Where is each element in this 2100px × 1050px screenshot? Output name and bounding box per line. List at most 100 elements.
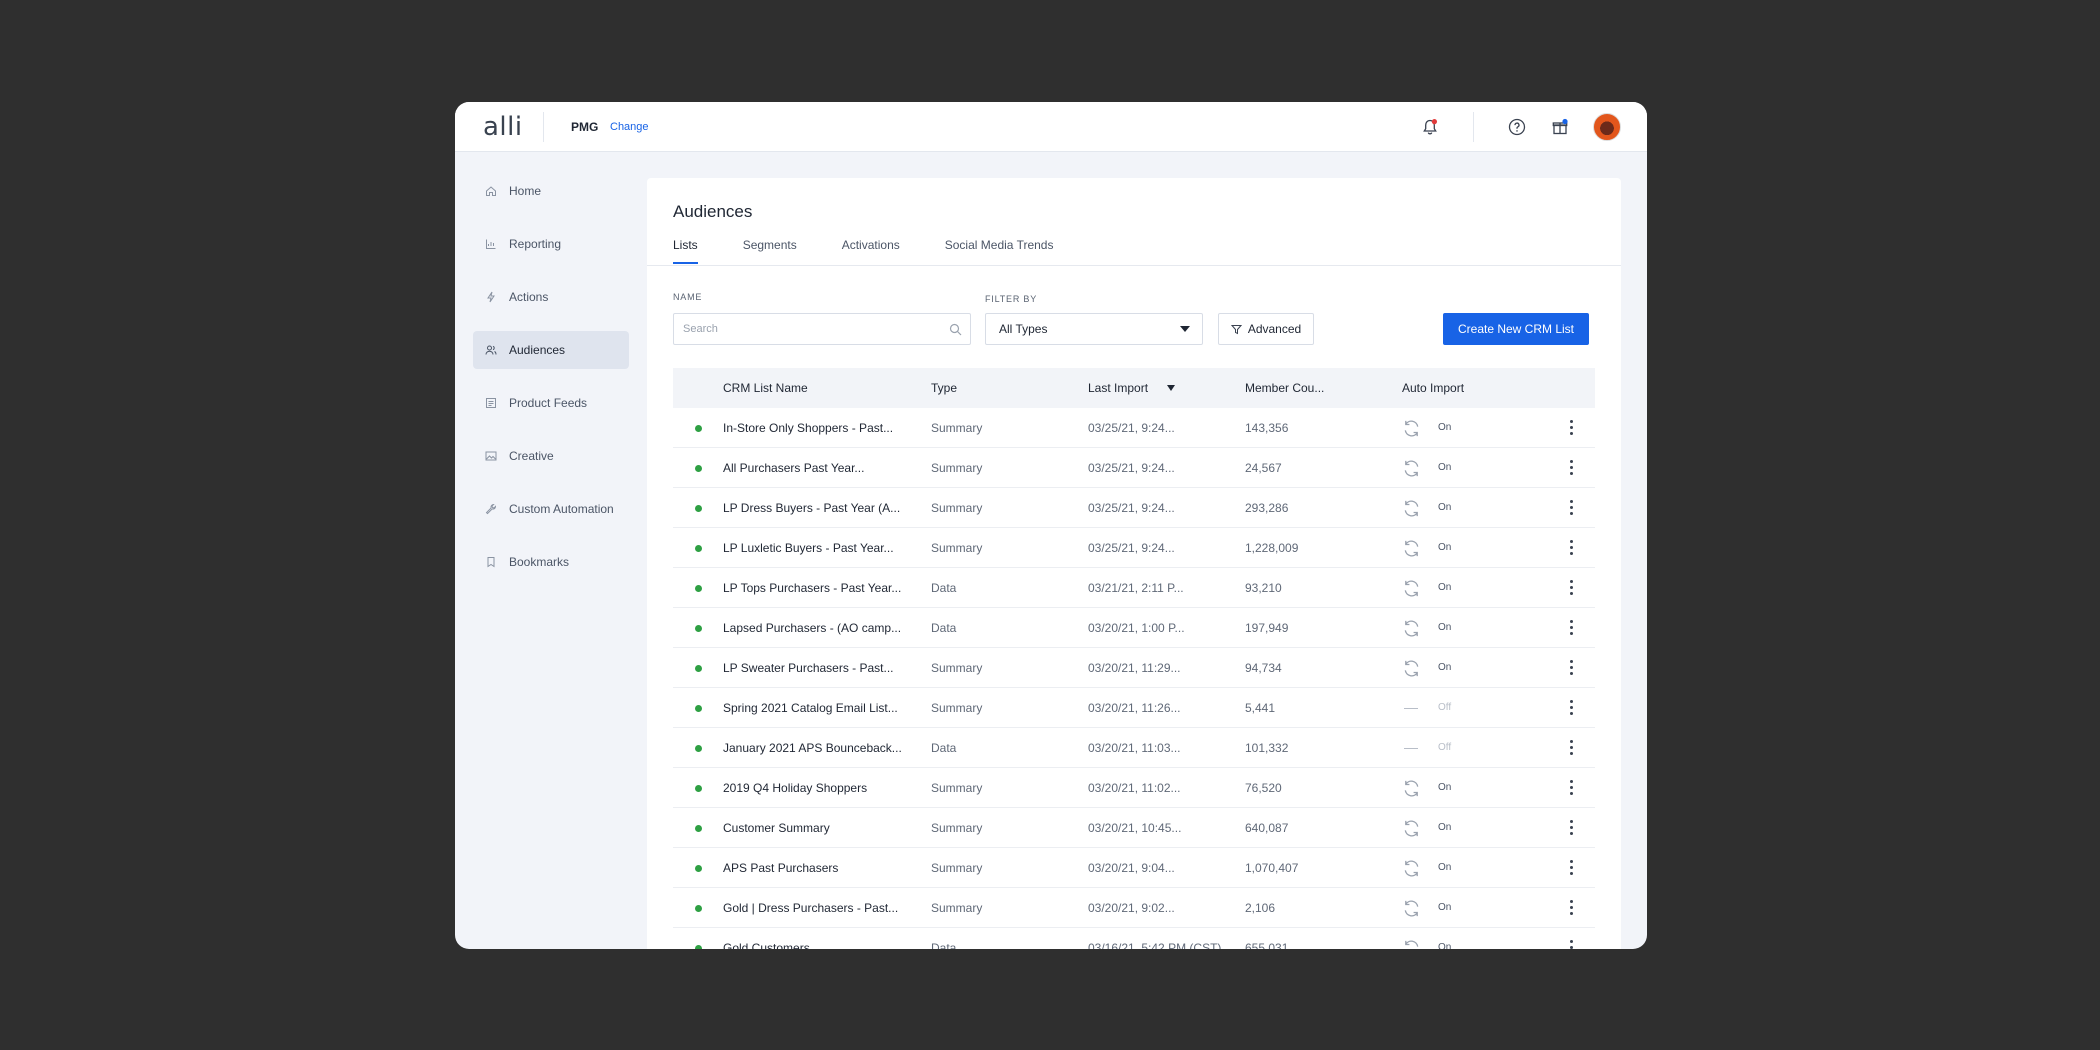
table-row[interactable]: 2019 Q4 Holiday Shoppers Summary 03/20/2…	[673, 768, 1595, 808]
auto-off-indicator	[1404, 748, 1418, 749]
auto-import-status[interactable]: Off	[1438, 702, 1451, 713]
help-icon[interactable]	[1505, 115, 1529, 139]
member-count: 655,031	[1245, 941, 1289, 949]
list-name[interactable]: LP Sweater Purchasers - Past...	[723, 661, 894, 675]
logo[interactable]: alli	[483, 112, 523, 142]
row-menu-button[interactable]	[1568, 620, 1574, 636]
row-menu-button[interactable]	[1568, 580, 1574, 596]
sidebar-item-custom-automation[interactable]: Custom Automation	[473, 490, 629, 528]
auto-import-status[interactable]: On	[1438, 662, 1451, 673]
auto-import-status[interactable]: Off	[1438, 742, 1451, 753]
row-menu-button[interactable]	[1568, 540, 1574, 556]
last-import: 03/25/21, 9:24...	[1088, 541, 1175, 555]
search-field[interactable]	[673, 313, 971, 345]
sort-desc-icon[interactable]	[1167, 385, 1175, 391]
sidebar-item-label: Bookmarks	[509, 555, 570, 569]
tab-lists[interactable]: Lists	[673, 238, 698, 264]
col-header-last-import[interactable]: Last Import	[1088, 381, 1148, 395]
col-header-name[interactable]: CRM List Name	[723, 381, 808, 395]
auto-import-status[interactable]: On	[1438, 622, 1451, 633]
divider	[647, 265, 1621, 266]
table-row[interactable]: January 2021 APS Bounceback... Data 03/2…	[673, 728, 1595, 768]
list-name[interactable]: LP Dress Buyers - Past Year (A...	[723, 501, 900, 515]
auto-import-status[interactable]: On	[1438, 582, 1451, 593]
list-name[interactable]: Gold Customers	[723, 941, 810, 949]
auto-import-status[interactable]: On	[1438, 862, 1451, 873]
table-row[interactable]: All Purchasers Past Year... Summary 03/2…	[673, 448, 1595, 488]
list-name[interactable]: LP Luxletic Buyers - Past Year...	[723, 541, 894, 555]
tab-activations[interactable]: Activations	[842, 238, 900, 264]
sidebar-item-product-feeds[interactable]: Product Feeds	[473, 384, 629, 422]
last-import: 03/25/21, 9:24...	[1088, 501, 1175, 515]
status-dot	[695, 585, 702, 592]
auto-import-status[interactable]: On	[1438, 822, 1451, 833]
row-menu-button[interactable]	[1568, 500, 1574, 516]
list-name[interactable]: Gold | Dress Purchasers - Past...	[723, 901, 898, 915]
tab-social-media-trends[interactable]: Social Media Trends	[945, 238, 1054, 264]
list-name[interactable]: Spring 2021 Catalog Email List...	[723, 701, 898, 715]
member-count: 1,070,407	[1245, 861, 1299, 875]
advanced-filter-button[interactable]: Advanced	[1218, 313, 1314, 345]
table-row[interactable]: Gold Customers Data 03/16/21, 5:42 PM (C…	[673, 928, 1595, 949]
sidebar-item-audiences[interactable]: Audiences	[473, 331, 629, 369]
bell-icon[interactable]	[1418, 115, 1442, 139]
gift-icon[interactable]	[1548, 115, 1572, 139]
sidebar-item-actions[interactable]: Actions	[473, 278, 629, 316]
bookmark-icon	[487, 557, 495, 568]
auto-import-status[interactable]: On	[1438, 462, 1451, 473]
sidebar-item-reporting[interactable]: Reporting	[473, 225, 629, 263]
divider	[1473, 112, 1474, 142]
row-menu-button[interactable]	[1568, 420, 1574, 436]
row-menu-button[interactable]	[1568, 940, 1574, 949]
row-menu-button[interactable]	[1568, 700, 1574, 716]
sidebar-item-label: Custom Automation	[509, 502, 614, 516]
table-row[interactable]: LP Sweater Purchasers - Past... Summary …	[673, 648, 1595, 688]
table-row[interactable]: LP Tops Purchasers - Past Year... Data 0…	[673, 568, 1595, 608]
search-input[interactable]	[674, 314, 934, 344]
auto-import-status[interactable]: On	[1438, 782, 1451, 793]
sidebar-item-label: Home	[509, 184, 542, 198]
col-header-member-count[interactable]: Member Cou...	[1245, 381, 1324, 395]
sidebar-item-home[interactable]: Home	[473, 172, 629, 210]
create-crm-list-button[interactable]: Create New CRM List	[1443, 313, 1589, 345]
auto-import-status[interactable]: On	[1438, 502, 1451, 513]
list-name[interactable]: In-Store Only Shoppers - Past...	[723, 421, 893, 435]
col-header-type[interactable]: Type	[931, 381, 957, 395]
sidebar-item-creative[interactable]: Creative	[473, 437, 629, 475]
list-name[interactable]: LP Tops Purchasers - Past Year...	[723, 581, 901, 595]
table-row[interactable]: In-Store Only Shoppers - Past... Summary…	[673, 408, 1595, 448]
sidebar-item-bookmarks[interactable]: Bookmarks	[473, 543, 629, 581]
auto-import-status[interactable]: On	[1438, 902, 1451, 913]
table-row[interactable]: Customer Summary Summary 03/20/21, 10:45…	[673, 808, 1595, 848]
table-row[interactable]: LP Dress Buyers - Past Year (A... Summar…	[673, 488, 1595, 528]
row-menu-button[interactable]	[1568, 900, 1574, 916]
row-menu-button[interactable]	[1568, 820, 1574, 836]
change-org-link[interactable]: Change	[610, 121, 649, 133]
col-header-auto-import[interactable]: Auto Import	[1402, 381, 1464, 395]
table-row[interactable]: Lapsed Purchasers - (AO camp... Data 03/…	[673, 608, 1595, 648]
table-row[interactable]: APS Past Purchasers Summary 03/20/21, 9:…	[673, 848, 1595, 888]
list-name[interactable]: 2019 Q4 Holiday Shoppers	[723, 781, 867, 795]
auto-import-status[interactable]: On	[1438, 422, 1451, 433]
type-filter-select[interactable]: All Types	[985, 313, 1203, 345]
avatar[interactable]	[1593, 113, 1621, 141]
table-row[interactable]: LP Luxletic Buyers - Past Year... Summar…	[673, 528, 1595, 568]
row-menu-button[interactable]	[1568, 660, 1574, 676]
row-menu-button[interactable]	[1568, 740, 1574, 756]
table-row[interactable]: Spring 2021 Catalog Email List... Summar…	[673, 688, 1595, 728]
list-name[interactable]: APS Past Purchasers	[723, 861, 838, 875]
tab-segments[interactable]: Segments	[743, 238, 797, 264]
chart-icon	[486, 239, 496, 249]
list-name[interactable]: Customer Summary	[723, 821, 830, 835]
row-menu-button[interactable]	[1568, 460, 1574, 476]
table-row[interactable]: Gold | Dress Purchasers - Past... Summar…	[673, 888, 1595, 928]
member-count: 2,106	[1245, 901, 1276, 915]
list-type: Data	[931, 621, 957, 635]
list-name[interactable]: Lapsed Purchasers - (AO camp...	[723, 621, 901, 635]
row-menu-button[interactable]	[1568, 860, 1574, 876]
auto-import-status[interactable]: On	[1438, 942, 1451, 949]
list-name[interactable]: All Purchasers Past Year...	[723, 461, 864, 475]
row-menu-button[interactable]	[1568, 780, 1574, 796]
auto-import-status[interactable]: On	[1438, 542, 1451, 553]
list-name[interactable]: January 2021 APS Bounceback...	[723, 741, 902, 755]
